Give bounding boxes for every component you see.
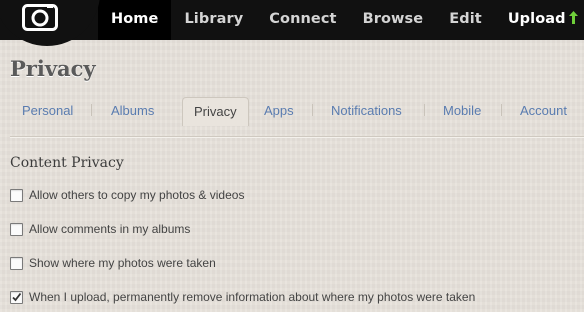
nav-connect[interactable]: Connect	[256, 0, 349, 40]
allow-comments-label[interactable]: Allow comments in my albums	[29, 222, 190, 236]
tab-apps-label: Apps	[264, 103, 294, 118]
tab-account[interactable]: Account	[520, 97, 567, 125]
main-nav: Home Library Connect Browse Edit Upload	[98, 0, 584, 40]
tab-privacy-label: Privacy	[194, 104, 237, 119]
tab-notifications-label: Notifications	[331, 103, 402, 118]
nav-home[interactable]: Home	[98, 0, 172, 40]
option-allow-copy: Allow others to copy my photos & videos	[10, 187, 244, 203]
option-show-location: Show where my photos were taken	[10, 255, 216, 271]
allow-comments-checkbox[interactable]	[10, 222, 23, 236]
tab-divider	[501, 104, 502, 116]
nav-library[interactable]: Library	[171, 0, 256, 40]
tab-personal[interactable]: Personal	[22, 97, 73, 125]
option-allow-comments: Allow comments in my albums	[10, 221, 190, 237]
tab-privacy[interactable]: Privacy	[182, 97, 249, 126]
remove-location-label[interactable]: When I upload, permanently remove inform…	[29, 290, 475, 304]
tab-account-label: Account	[520, 103, 567, 118]
tabs-divider-line	[10, 136, 584, 137]
nav-edit-label: Edit	[449, 11, 482, 27]
nav-edit[interactable]: Edit	[436, 0, 495, 40]
tab-mobile-label: Mobile	[443, 103, 482, 118]
show-location-checkbox[interactable]	[10, 256, 23, 270]
nav-browse[interactable]: Browse	[350, 0, 437, 40]
remove-location-checkbox[interactable]	[10, 290, 23, 304]
show-location-label[interactable]: Show where my photos were taken	[29, 256, 216, 270]
nav-home-label: Home	[111, 11, 159, 27]
option-remove-location: When I upload, permanently remove inform…	[10, 289, 475, 305]
page-title: Privacy	[10, 56, 96, 81]
camera-icon	[22, 4, 58, 31]
allow-copy-checkbox[interactable]	[10, 188, 23, 202]
tab-divider	[424, 104, 425, 116]
nav-library-label: Library	[184, 11, 244, 27]
allow-copy-label[interactable]: Allow others to copy my photos & videos	[29, 188, 244, 202]
nav-upload[interactable]: Upload	[495, 0, 584, 40]
up-arrow-icon	[568, 11, 578, 24]
tab-apps[interactable]: Apps	[264, 97, 294, 125]
tab-albums[interactable]: Albums	[111, 97, 154, 125]
tab-divider	[312, 104, 313, 116]
tab-albums-label: Albums	[111, 103, 155, 118]
tab-mobile[interactable]: Mobile	[443, 97, 481, 125]
tab-divider	[91, 104, 92, 116]
nav-browse-label: Browse	[362, 11, 424, 27]
nav-upload-label: Upload	[507, 11, 566, 27]
tab-personal-label: Personal	[22, 103, 74, 118]
checkmark-icon	[12, 292, 22, 301]
section-title: Content Privacy	[10, 155, 124, 171]
nav-connect-label: Connect	[269, 11, 337, 27]
tab-notifications[interactable]: Notifications	[331, 97, 402, 125]
settings-tabs: Personal Albums Privacy Apps Notificatio…	[0, 97, 584, 127]
